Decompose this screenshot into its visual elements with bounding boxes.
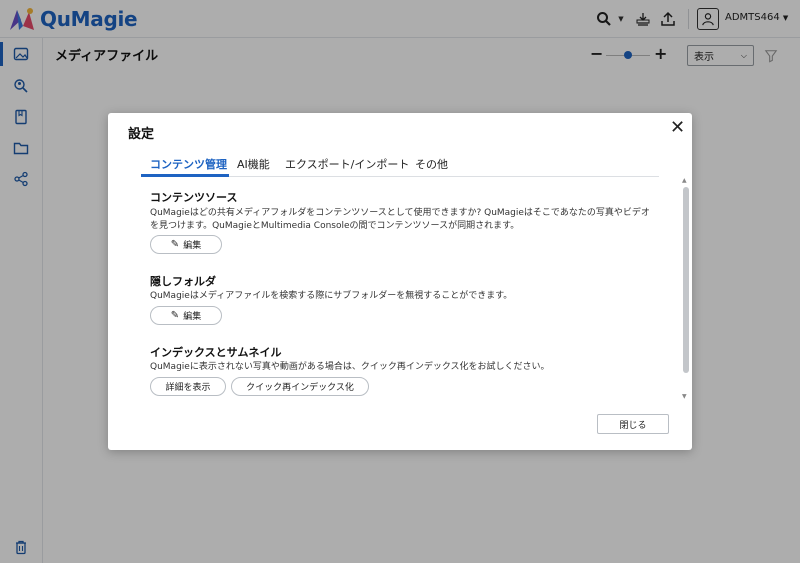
pencil-icon: ✎ — [170, 239, 180, 250]
content-source-edit-button[interactable]: ✎ 編集 — [150, 235, 222, 254]
content-source-desc: QuMagieはどの共有メディアフォルダをコンテンツソースとして使用できますか?… — [150, 208, 650, 231]
index-thumbnail-title: インデックスとサムネイル — [150, 346, 282, 359]
scroll-down-icon[interactable]: ▼ — [682, 393, 687, 400]
settings-tabs: コンテンツ管理 AI機能 エクスポート/インポート その他 — [141, 153, 659, 177]
active-tab-indicator — [141, 174, 229, 177]
quick-reindex-button[interactable]: クイック再インデックス化 — [231, 377, 369, 396]
pencil-icon: ✎ — [170, 310, 180, 321]
edit-label: 編集 — [183, 241, 202, 251]
hidden-folder-title: 隠しフォルダ — [150, 275, 216, 288]
dialog-scrollbar[interactable]: ▲ ▼ — [682, 177, 690, 403]
settings-dialog: 設定 ✕ コンテンツ管理 AI機能 エクスポート/インポート その他 コンテンツ… — [108, 113, 692, 450]
tab-other[interactable]: その他 — [415, 156, 448, 172]
dialog-title: 設定 — [128, 127, 155, 142]
show-details-button[interactable]: 詳細を表示 — [150, 377, 226, 396]
tab-export-import[interactable]: エクスポート/インポート — [285, 156, 409, 172]
hidden-folder-edit-button[interactable]: ✎ 編集 — [150, 306, 222, 325]
content-source-title: コンテンツソース — [150, 191, 238, 204]
tab-ai-features[interactable]: AI機能 — [237, 156, 270, 172]
close-icon[interactable]: ✕ — [670, 117, 685, 138]
scroll-up-icon[interactable]: ▲ — [682, 177, 687, 184]
hidden-folder-desc: QuMagieはメディアファイルを検索する際にサブフォルダーを無視することができ… — [150, 291, 513, 301]
close-button[interactable]: 閉じる — [597, 414, 669, 434]
scroll-thumb[interactable] — [683, 187, 689, 373]
index-thumbnail-desc: QuMagieに表示されない写真や動画がある場合は、クイック再インデックス化をお… — [150, 362, 550, 372]
edit-label: 編集 — [183, 312, 202, 322]
tab-content-management[interactable]: コンテンツ管理 — [150, 156, 227, 172]
